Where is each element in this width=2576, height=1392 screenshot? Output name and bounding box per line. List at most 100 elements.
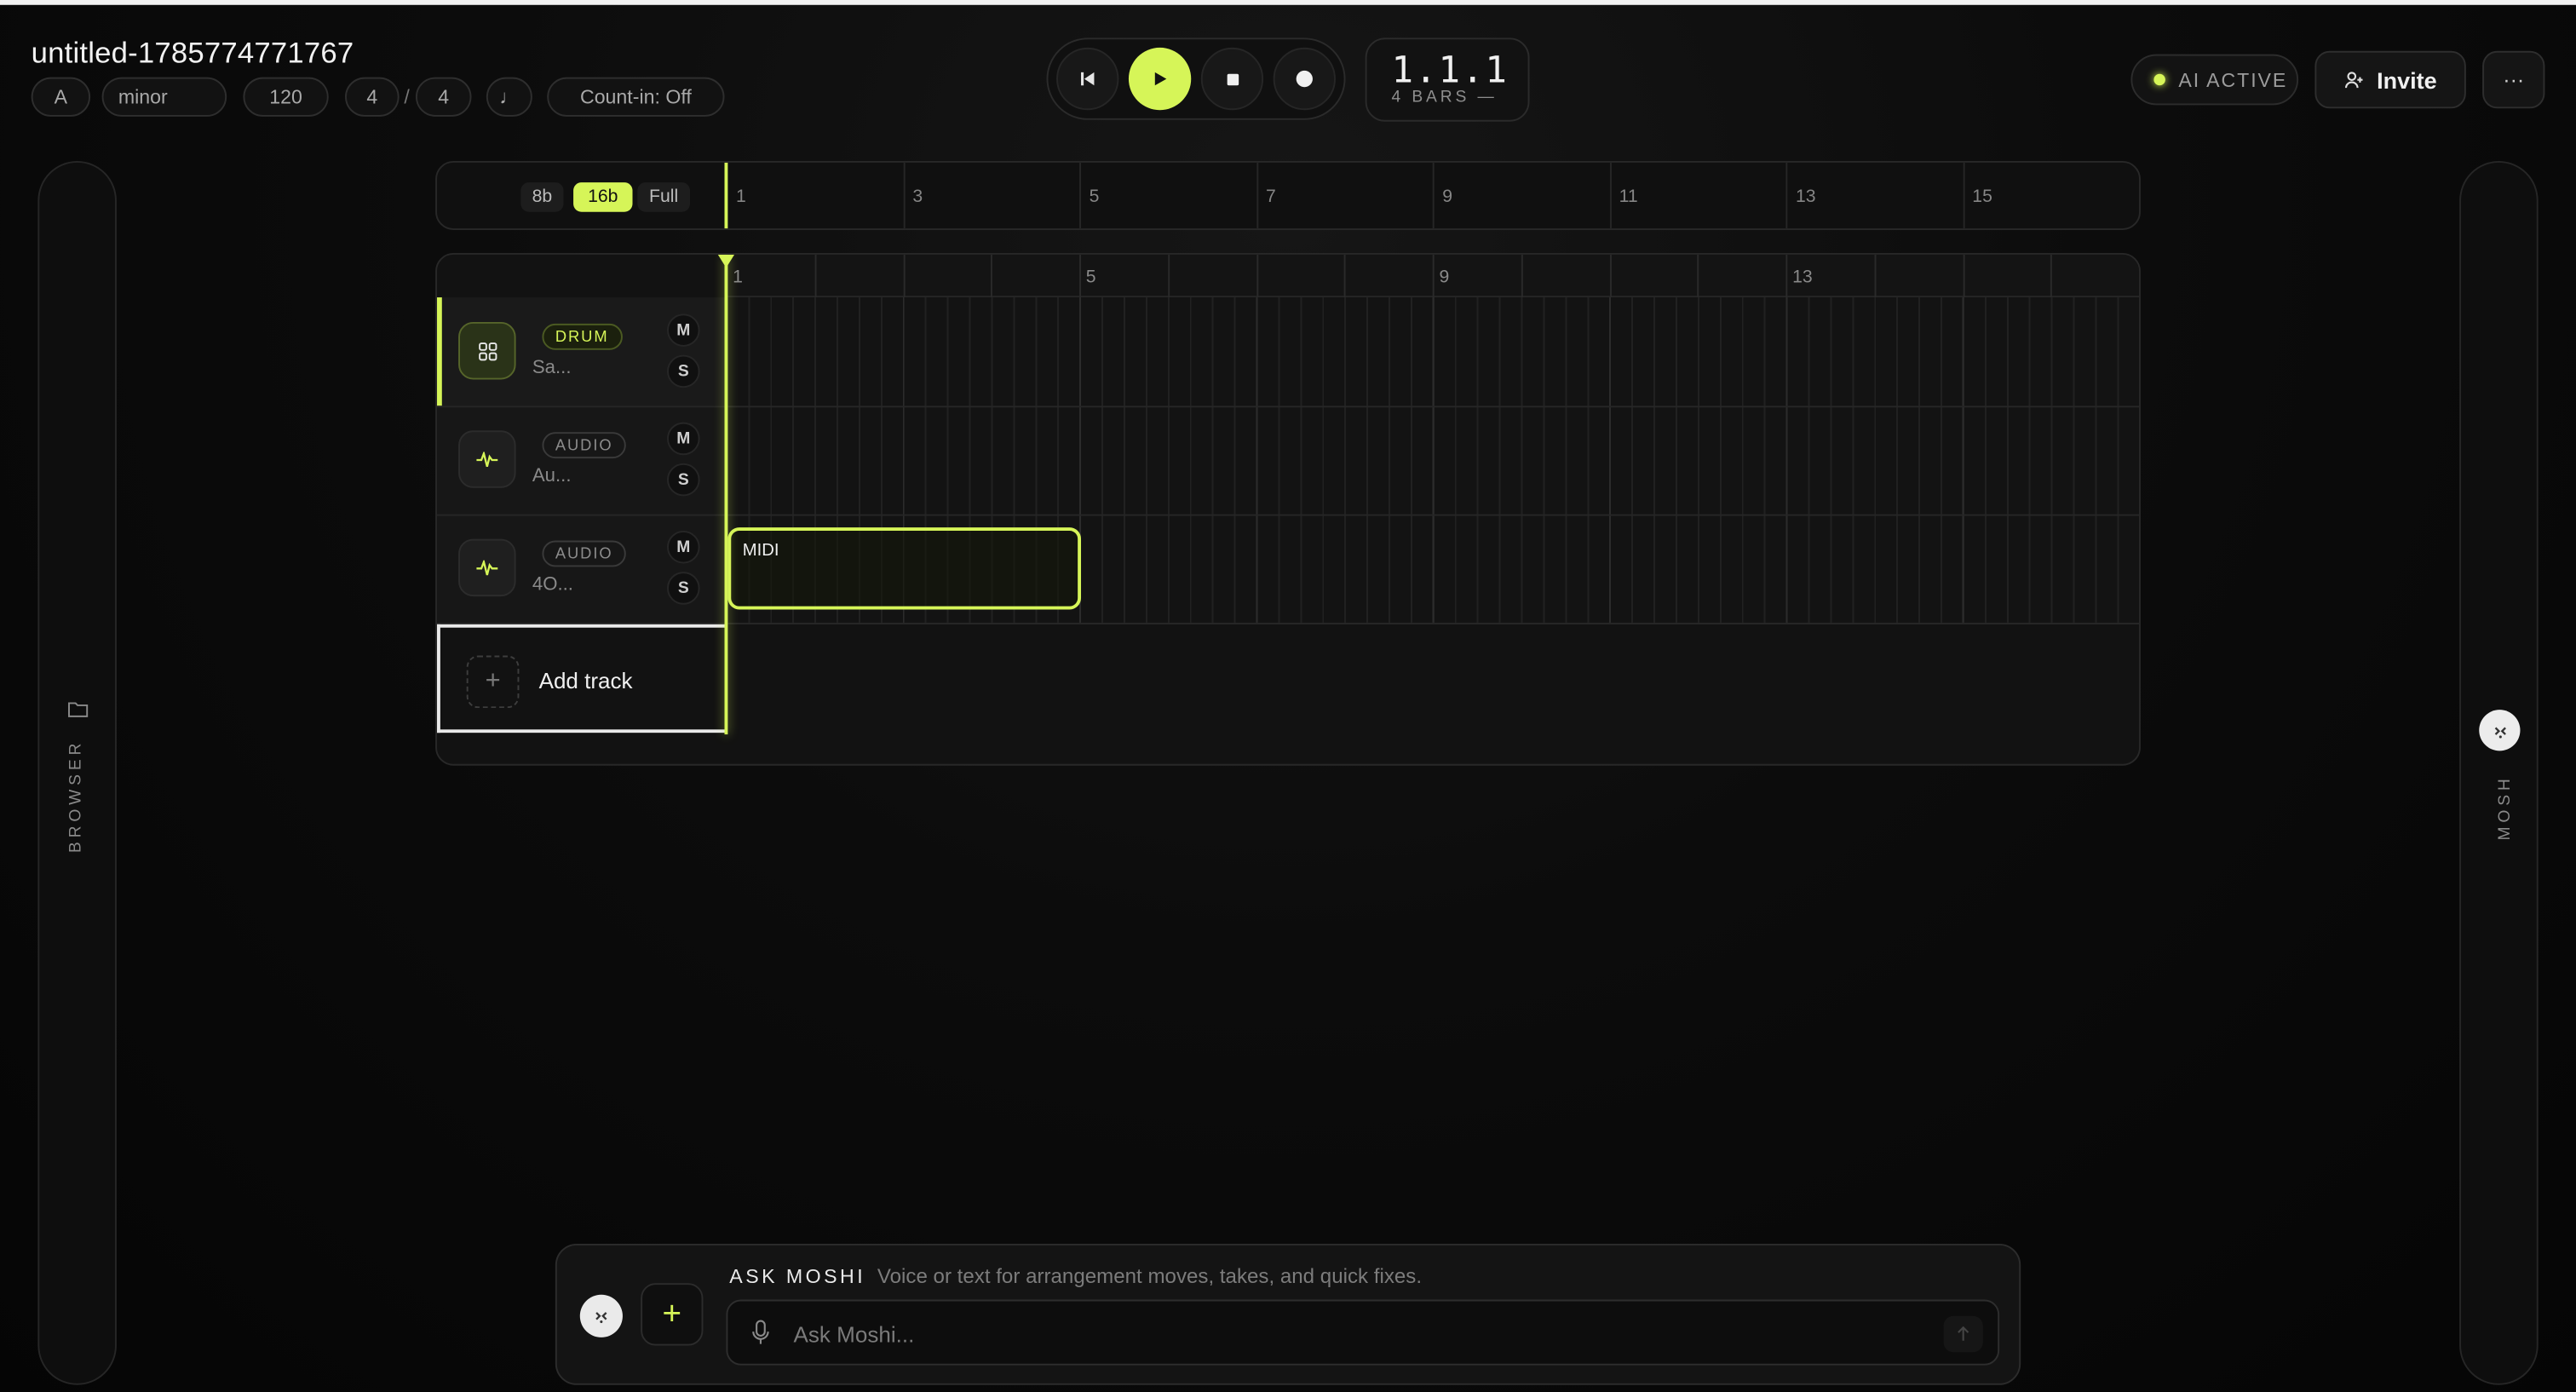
grid-bar-tick (1609, 254, 1611, 298)
track-type-badge: AUDIO (542, 540, 626, 567)
ai-status-indicator[interactable]: AI ACTIVE (2130, 54, 2299, 106)
loop-length-label: 4 BARS — (1391, 89, 1498, 107)
ruler-playhead[interactable] (724, 162, 728, 229)
stop-icon (1226, 72, 1239, 85)
play-button[interactable] (1128, 47, 1192, 111)
scale-selector[interactable]: minor (101, 77, 227, 117)
microphone-icon[interactable] (750, 1320, 770, 1346)
browser-rail[interactable]: BROWSER (37, 161, 117, 1385)
clip-label: MIDI (742, 540, 779, 561)
more-menu-button[interactable]: ··· (2482, 50, 2545, 109)
ruler-tick (902, 162, 905, 229)
solo-button[interactable]: S (667, 463, 700, 497)
grid-bar-tick (1874, 254, 1876, 298)
moshi-avatar-icon (2479, 710, 2521, 751)
track-name[interactable]: 4O... (532, 575, 573, 595)
ruler-tick (1079, 162, 1082, 229)
grid-bar-tick (1521, 254, 1523, 298)
track-icon-button[interactable] (458, 430, 516, 488)
row-divider (437, 514, 2140, 516)
ruler-tick (1432, 162, 1435, 229)
record-button[interactable] (1273, 47, 1336, 111)
ask-moshi-input[interactable] (793, 1315, 1911, 1353)
time-signature-numerator[interactable]: 4 (345, 77, 400, 117)
key-selector[interactable]: A (31, 77, 91, 117)
waveform-icon (476, 559, 498, 575)
mute-button[interactable]: M (667, 313, 700, 347)
grid-bar-tick (1785, 254, 1788, 298)
ask-moshi-title: ASK MOSHI (729, 1265, 866, 1289)
ruler-bar-number: 15 (1972, 187, 1992, 208)
ask-moshi-panel: + ASK MOSHI Voice or text for arrangemen… (555, 1243, 2021, 1385)
grid-bar-tick (1697, 254, 1699, 298)
folder-icon (68, 702, 89, 717)
plus-icon: + (662, 1295, 682, 1332)
project-title[interactable]: untitled-1785774771767 (32, 36, 354, 71)
invite-button[interactable]: Invite (2314, 50, 2466, 109)
zoom-full-button[interactable]: Full (637, 182, 691, 212)
playhead-handle-icon[interactable] (717, 254, 735, 268)
ruler-tick (1962, 162, 1964, 229)
invite-label: Invite (2377, 66, 2437, 93)
grid-bar-header[interactable]: 1 5 9 13 (726, 254, 2140, 298)
ruler-bar-number: 1 (736, 187, 746, 208)
ruler-bar-number: 3 (912, 187, 923, 208)
zoom-16b-button[interactable]: 16b (573, 182, 633, 212)
track-name[interactable]: Au... (532, 467, 572, 486)
mute-button[interactable]: M (667, 530, 700, 564)
track-name[interactable]: Sa... (532, 358, 572, 377)
time-signature-denominator[interactable]: 4 (415, 77, 472, 117)
solo-button[interactable]: S (667, 354, 700, 388)
timeline-ruler[interactable]: 8b 16b Full 1 3 5 7 9 11 13 15 (435, 161, 2141, 231)
ask-input-wrapper[interactable] (726, 1299, 2000, 1366)
add-track-button[interactable]: + Add track (437, 624, 727, 733)
grid-bar-tick (991, 254, 993, 298)
row-divider (437, 406, 2140, 408)
mute-button[interactable]: M (667, 422, 700, 456)
ask-moshi-subtitle: Voice or text for arrangement moves, tak… (877, 1265, 1423, 1289)
grid-bar-tick (1256, 254, 1258, 298)
mosh-rail[interactable]: MOSH (2459, 161, 2539, 1385)
grid-bar-tick (1167, 254, 1170, 298)
ruler-bar-number: 11 (1619, 187, 1638, 208)
mosh-label: MOSH (2496, 774, 2515, 841)
window-top-edge (0, 0, 2576, 5)
metronome-icon: ♩ (499, 85, 520, 109)
record-icon (1296, 70, 1313, 88)
track-icon-button[interactable] (458, 322, 516, 380)
zoom-8b-button[interactable]: 8b (520, 182, 564, 212)
grid-bar-tick (2050, 254, 2053, 298)
grid-bar-tick (1079, 254, 1082, 298)
status-dot-icon (2153, 73, 2165, 86)
grid-bar-number: 1 (733, 267, 743, 288)
count-in-toggle[interactable]: Count-in: Off (547, 77, 725, 117)
skip-to-start-button[interactable] (1056, 47, 1119, 111)
track-row-drum[interactable]: DRUM Sa... M S (437, 297, 727, 406)
track-row-audio-2[interactable]: AUDIO 4O... M S (437, 514, 727, 623)
moshi-avatar-icon[interactable] (579, 1294, 623, 1337)
send-button[interactable] (1943, 1315, 1983, 1353)
playhead[interactable] (724, 254, 728, 735)
track-row-audio-1[interactable]: AUDIO Au... M S (437, 406, 727, 515)
app-root: untitled-1785774771767 A minor 120 4 / 4… (0, 0, 2576, 1392)
plus-icon: + (466, 655, 520, 709)
solo-button[interactable]: S (667, 572, 700, 605)
position-counter: 1.1.1 (1365, 37, 1530, 122)
track-icon-button[interactable] (458, 538, 516, 597)
more-dots-icon: ··· (2503, 67, 2525, 93)
ruler-tick (1785, 162, 1788, 229)
tempo-field[interactable]: 120 (243, 77, 329, 117)
midi-clip[interactable]: MIDI (727, 527, 1082, 610)
grid-bar-number: 9 (1439, 267, 1450, 288)
waveform-icon (476, 451, 498, 467)
ruler-tick (1256, 162, 1258, 229)
time-signature-separator: / (404, 85, 410, 109)
metronome-toggle[interactable]: ♩ (486, 77, 532, 117)
stop-button[interactable] (1200, 47, 1264, 111)
attach-button[interactable]: + (641, 1283, 704, 1346)
browser-label: BROWSER (67, 739, 86, 854)
skip-back-icon (1081, 72, 1095, 86)
grid-bar-tick (1432, 254, 1435, 298)
drum-pads-icon (478, 342, 497, 360)
grid-bar-tick (1344, 254, 1347, 298)
